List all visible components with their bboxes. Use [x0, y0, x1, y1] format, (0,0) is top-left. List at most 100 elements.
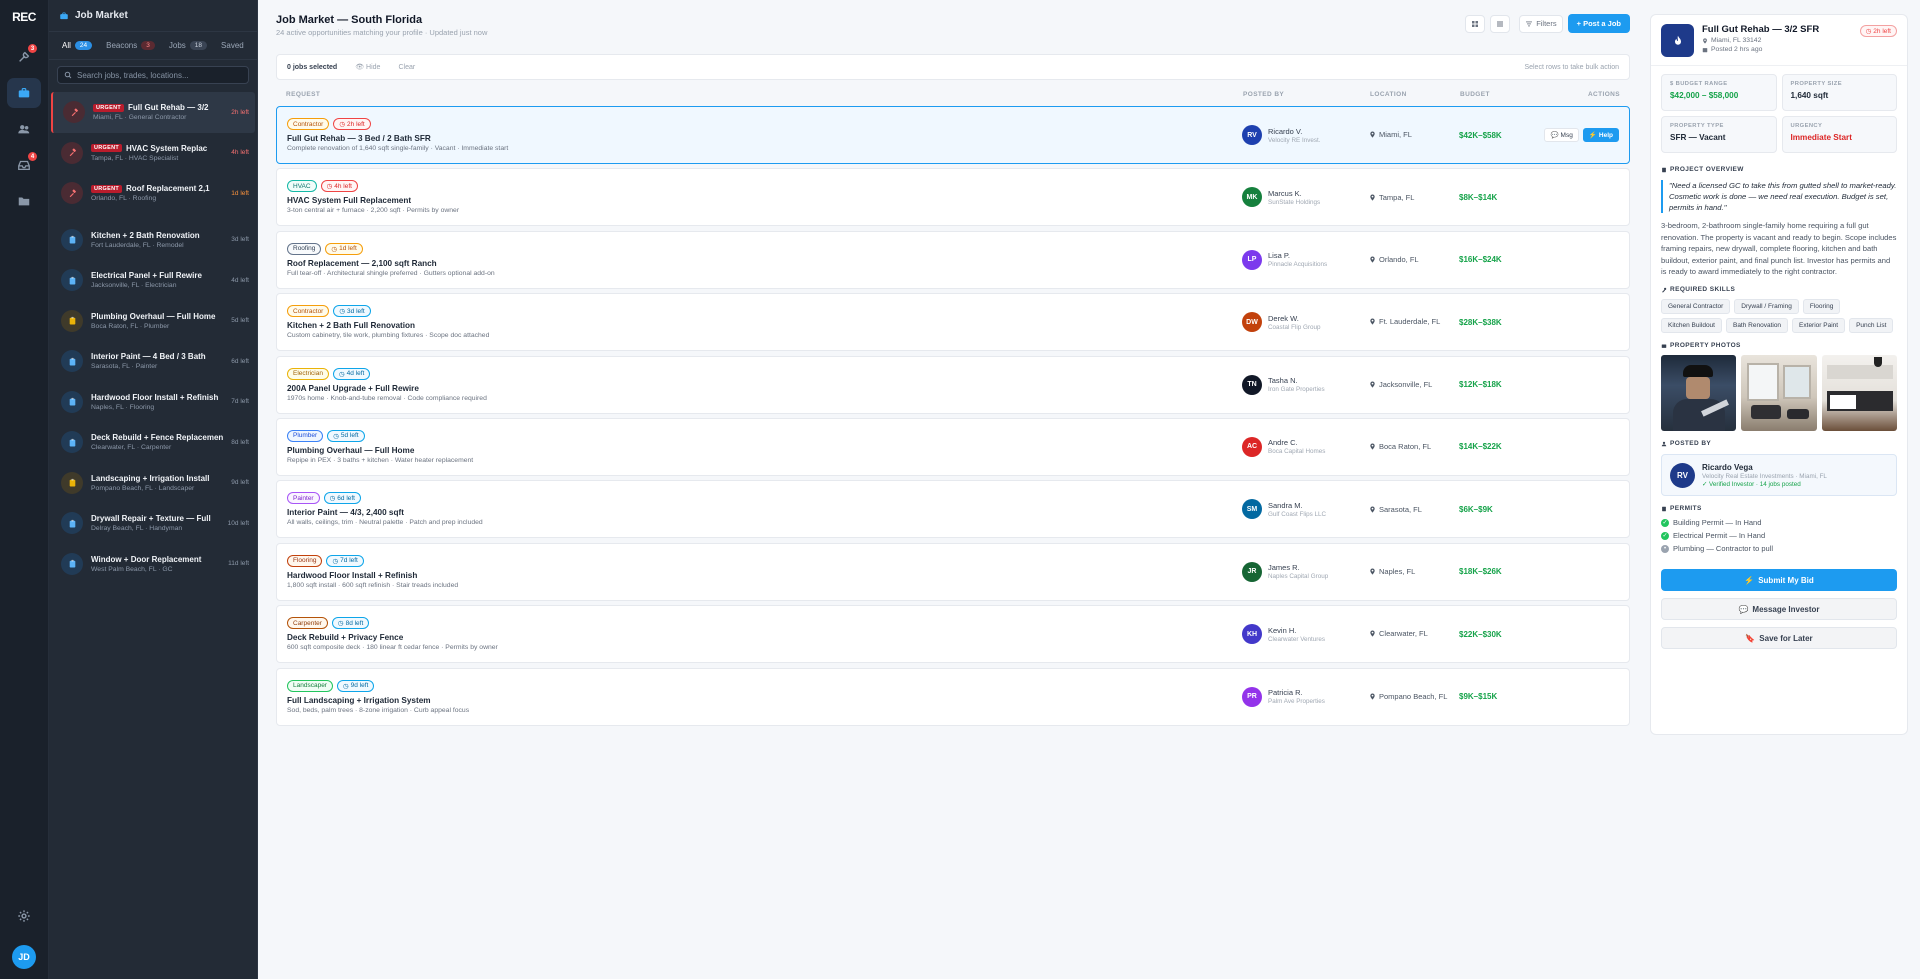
- app-logo: REC: [12, 10, 36, 24]
- trade-tag: HVAC: [287, 180, 317, 193]
- list-view-button[interactable]: [1490, 14, 1511, 33]
- job-budget: $8K–$14K: [1459, 192, 1498, 202]
- help-button[interactable]: ⚡ Help: [1582, 128, 1619, 142]
- search-input[interactable]: Search jobs, trades, locations...: [57, 66, 249, 84]
- sidebar-job-item[interactable]: Kitchen + 2 Bath Renovation Fort Lauderd…: [51, 220, 255, 261]
- table-row[interactable]: HVAC ◷ 4h left HVAC System Full Replaceme…: [276, 168, 1630, 227]
- rail-people-button[interactable]: [7, 114, 41, 144]
- tab-count: 18: [189, 41, 208, 50]
- sidebar-job-item[interactable]: Plumbing Overhaul — Full Home Boca Raton…: [51, 301, 255, 342]
- sidebar-job-item[interactable]: Interior Paint — 4 Bed / 3 Bath Sarasota…: [51, 341, 255, 382]
- sidebar-job-item[interactable]: URGENT Full Gut Rehab — 3/2 Miami, FL · G…: [51, 92, 255, 133]
- job-location-text: Miami, FL: [1379, 130, 1412, 140]
- tab-label: Saved: [221, 41, 244, 50]
- card-value: Immediate Start: [1790, 133, 1852, 142]
- job-description: Repipe in PEX · 3 baths + kitchen · Wate…: [287, 456, 474, 464]
- sidebar-job-item[interactable]: Hardwood Floor Install + Refinish Naples…: [51, 382, 255, 423]
- table-row[interactable]: Roofing ◷ 1d left Roof Replacement — 2,10…: [276, 230, 1630, 289]
- job-icon: [61, 390, 83, 413]
- col-posted-by[interactable]: POSTED BY: [1243, 91, 1370, 98]
- table-row[interactable]: Carpenter ◷ 8d left Deck Rebuild + Privac…: [276, 605, 1630, 664]
- poster-card[interactable]: RV Ricardo Vega Velocity Real Estate Inv…: [1661, 454, 1897, 497]
- pin-icon: [1370, 630, 1375, 637]
- message-button[interactable]: 💬 Msg: [1544, 128, 1579, 142]
- clear-button[interactable]: Clear: [398, 64, 415, 71]
- sidebar-job-item[interactable]: Window + Door Replacement West Palm Beac…: [51, 544, 255, 585]
- clock-icon: ◷: [332, 557, 339, 565]
- trade-tag: Carpenter: [287, 617, 328, 630]
- sidebar-job-item[interactable]: Drywall Repair + Texture — Full Delray B…: [51, 503, 255, 544]
- sidebar-job-sub: Fort Lauderdale, FL · Remodel: [91, 241, 184, 249]
- user-avatar[interactable]: JD: [12, 945, 36, 969]
- col-location[interactable]: LOCATION: [1370, 91, 1460, 98]
- message-investor-button[interactable]: 💬 Message Investor: [1661, 598, 1897, 621]
- property-photo[interactable]: [1661, 355, 1737, 432]
- job-icon: [61, 228, 83, 251]
- tab-all[interactable]: All 24: [57, 38, 97, 53]
- posted-by-heading: POSTED BY: [1651, 440, 1907, 447]
- job-location: Jacksonville, FL: [1369, 380, 1459, 389]
- rail-files-button[interactable]: [7, 186, 41, 216]
- time-left-tag: ◷ 6d left: [323, 492, 361, 505]
- table-row[interactable]: Flooring ◷ 7d left Hardwood Floor Install…: [276, 542, 1630, 601]
- urgent-badge: URGENT: [91, 144, 123, 153]
- property-photo[interactable]: [1741, 355, 1817, 432]
- clipboard-icon: [69, 317, 75, 325]
- filters-button[interactable]: Filters: [1519, 14, 1563, 33]
- sidebar-job-title-text: Electrical Panel + Full Rewire: [91, 271, 202, 281]
- table-row[interactable]: Painter ◷ 6d left Interior Paint — 4/3, 2…: [276, 480, 1630, 539]
- card-label: PROPERTY SIZE: [1790, 81, 1842, 87]
- hammer-icon: [69, 148, 76, 157]
- rail-inbox-button[interactable]: 4: [7, 150, 41, 180]
- sidebar-job-item[interactable]: URGENT HVAC System Replac Tampa, FL · HVA…: [51, 133, 255, 174]
- hide-button[interactable]: 👁 Hide: [355, 63, 380, 71]
- skill-tag: Kitchen Buildout: [1661, 318, 1722, 334]
- permits-heading-text: PERMITS: [1670, 505, 1702, 513]
- job-icon: [61, 350, 83, 373]
- table-row[interactable]: Electrician ◷ 4d left 200A Panel Upgrade …: [276, 355, 1630, 414]
- time-left-text: 4d left: [346, 370, 365, 378]
- table-row[interactable]: Contractor ◷ 3d left Kitchen + 2 Bath Ful…: [276, 293, 1630, 352]
- col-request[interactable]: REQUEST: [286, 91, 1243, 98]
- clipboard-icon: [69, 438, 75, 447]
- sidebar-job-item[interactable]: Electrical Panel + Full Rewire Jacksonvi…: [51, 260, 255, 301]
- tab-saved[interactable]: Saved: [216, 38, 249, 53]
- rail-tools-button[interactable]: 3: [7, 42, 41, 72]
- clock-icon: ◷: [331, 245, 338, 253]
- sidebar-job-time: 11d left: [228, 560, 249, 568]
- sidebar-tabs: All 24 Beacons 3 Jobs 18 Saved: [49, 32, 257, 60]
- grid-view-button[interactable]: [1465, 14, 1486, 33]
- tab-beacons[interactable]: Beacons 3: [101, 38, 160, 53]
- save-later-button[interactable]: 🔖 Save for Later: [1661, 627, 1897, 650]
- sidebar-job-item[interactable]: URGENT Roof Replacement 2,1 Orlando, FL ·…: [51, 173, 255, 214]
- post-job-button[interactable]: + Post a Job: [1567, 14, 1630, 33]
- permit-item: ✓ Electrical Permit — In Hand: [1651, 529, 1907, 542]
- table-row[interactable]: Plumber ◷ 5d left Plumbing Overhaul — Ful…: [276, 417, 1630, 476]
- clipboard-icon: [69, 357, 75, 366]
- property-photo[interactable]: [1821, 355, 1897, 432]
- detail-posted: Posted 2 hrs ago: [1702, 46, 1819, 53]
- job-location-text: Ft. Lauderdale, FL: [1379, 317, 1441, 327]
- overview-heading-text: PROJECT OVERVIEW: [1670, 166, 1744, 173]
- sidebar-job-item[interactable]: Landscaping + Irrigation Install Pompano…: [51, 463, 255, 504]
- job-title: Plumbing Overhaul — Full Home: [287, 445, 415, 455]
- time-left-tag: ◷ 5d left: [327, 429, 365, 442]
- settings-button[interactable]: [7, 901, 41, 931]
- table-row[interactable]: Contractor ◷ 2h left Full Gut Rehab — 3 B…: [276, 106, 1630, 164]
- skill-tag: Drywall / Framing: [1734, 299, 1799, 315]
- job-budget: $28K–$38K: [1459, 317, 1502, 327]
- tab-jobs[interactable]: Jobs 18: [164, 38, 212, 53]
- col-budget[interactable]: BUDGET: [1460, 91, 1560, 98]
- clock-icon: ◷: [333, 432, 339, 440]
- table-row[interactable]: Landscaper ◷ 9d left Full Landscaping + I…: [276, 667, 1630, 726]
- job-location: Orlando, FL: [1369, 255, 1459, 264]
- sidebar-job-title-text: Window + Door Replacement: [91, 554, 202, 564]
- submit-bid-button[interactable]: ⚡ Submit My Bid: [1661, 569, 1897, 592]
- sidebar-job-title: URGENT Full Gut Rehab — 3/2: [93, 103, 223, 112]
- poster-verified: ✓ Verified Investor · 14 jobs posted: [1702, 480, 1801, 488]
- sidebar-job-item[interactable]: Deck Rebuild + Fence Replacement Clearwa…: [51, 422, 255, 463]
- rail-jobs-button[interactable]: [7, 78, 41, 108]
- poster-org: Iron Gate Properties: [1268, 386, 1325, 394]
- poster-org: Clearwater Ventures: [1268, 635, 1326, 643]
- sidebar-job-time: 1d left: [231, 189, 249, 197]
